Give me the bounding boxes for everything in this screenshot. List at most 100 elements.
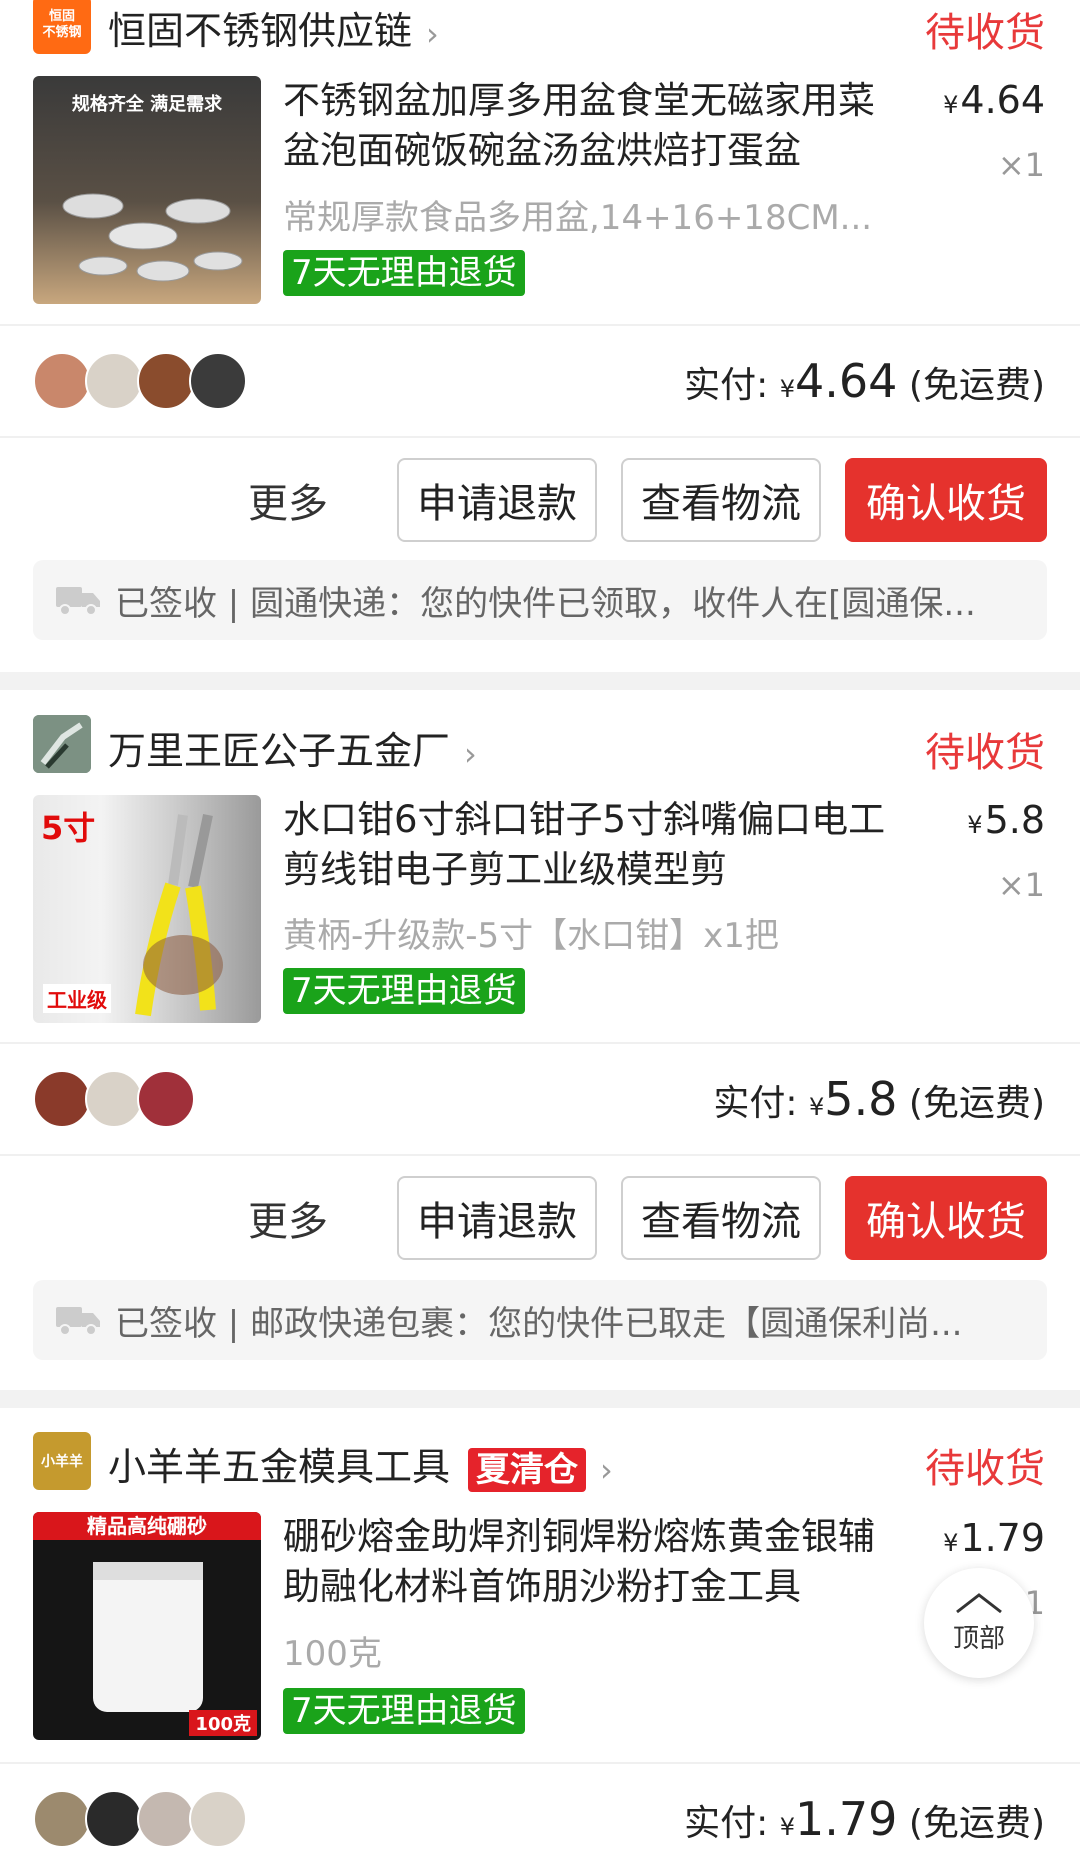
currency-symbol: ¥ [967, 811, 983, 839]
paid-total: 实付: ¥5.8 (免运费) [713, 1072, 1045, 1126]
currency-symbol: ¥ [809, 1093, 825, 1121]
avatar [137, 1070, 195, 1128]
avatar [189, 1790, 247, 1848]
promo-badge: 夏清仓 [468, 1447, 587, 1492]
order-card: 小羊羊 小羊羊五金模具工具 夏清仓 › 待收货 精品高纯硼砂 100克 硼砂熔金助焊… [0, 1408, 1080, 1875]
buyer-avatars [33, 1070, 195, 1128]
back-to-top-button[interactable]: 顶部 [924, 1568, 1034, 1678]
powder-bag-image [93, 1562, 203, 1712]
paid-label: 实付: [713, 1083, 798, 1124]
product-price: ¥1.79 [943, 1516, 1045, 1560]
order-status: 待收货 [925, 1446, 1045, 1492]
shop-name-text: 恒固不锈钢供应链 [108, 9, 413, 53]
avatar [189, 352, 247, 410]
shop-name-text: 万里王匠公子五金厂 [108, 729, 451, 773]
chevron-right-icon: › [464, 734, 477, 773]
product-thumbnail[interactable]: 5寸 工业级 [33, 795, 261, 1023]
thumbnail-caption: 5寸 [41, 809, 96, 847]
order-card: 万里王匠公子五金厂 › 待收货 5寸 工业级 水口钳6寸斜口钳子5寸斜嘴偏口电工剪… [0, 690, 1080, 1390]
avatar [137, 1790, 195, 1848]
product-price: ¥4.64 [943, 78, 1045, 122]
logistics-bar[interactable]: 已签收 | 圆通快递：您的快件已领取，收件人在[圆通保... [33, 560, 1047, 640]
buyer-avatars [33, 352, 247, 410]
price-value: 1.79 [960, 1516, 1045, 1560]
return-policy-tag: 7天无理由退货 [283, 250, 525, 296]
shop-logo[interactable]: 恒固 不锈钢 [33, 0, 91, 54]
shop-name[interactable]: 恒固不锈钢供应链 › [108, 0, 439, 55]
view-logistics-button[interactable]: 查看物流 [621, 1176, 821, 1260]
avatar [85, 1790, 143, 1848]
shop-name-text: 小羊羊五金模具工具 [108, 1445, 451, 1489]
request-refund-button[interactable]: 申请退款 [397, 458, 597, 542]
order-status: 待收货 [925, 730, 1045, 776]
chevron-up-icon [956, 1592, 1002, 1613]
avatar [33, 352, 91, 410]
chevron-right-icon: › [426, 14, 439, 53]
order-card: 恒固 不锈钢 恒固不锈钢供应链 › 待收货 规格齐全 满足需求 不锈钢盆加厚多用盆… [0, 0, 1080, 672]
product-price: ¥5.8 [967, 798, 1045, 842]
order-status: 待收货 [925, 10, 1045, 56]
product-quantity: ×1 [997, 146, 1045, 184]
shipping-note: (免运费) [908, 1083, 1045, 1124]
product-title[interactable]: 硼砂熔金助焊剂铜焊粉熔炼黄金银辅助融化材料首饰朋沙粉打金工具 [283, 1512, 903, 1612]
thumbnail-caption: 精品高纯硼砂 [33, 1512, 261, 1540]
paid-total: 实付: ¥4.64 (免运费) [684, 354, 1045, 408]
divider [0, 1154, 1080, 1156]
paid-total: 实付: ¥1.79 (免运费) [684, 1792, 1045, 1846]
currency-symbol: ¥ [779, 375, 796, 403]
confirm-receipt-button[interactable]: 确认收货 [845, 458, 1047, 542]
return-policy-tag: 7天无理由退货 [283, 968, 525, 1014]
paid-label: 实付: [684, 1803, 769, 1844]
back-to-top-label: 顶部 [952, 1623, 1005, 1654]
currency-symbol: ¥ [943, 1529, 959, 1557]
shipping-note: (免运费) [908, 365, 1045, 406]
currency-symbol: ¥ [779, 1813, 796, 1841]
paid-label: 实付: [684, 365, 769, 406]
product-spec: 100克 [283, 1634, 382, 1674]
avatar [33, 1070, 91, 1128]
thumbnail-caption: 规格齐全 满足需求 [71, 94, 223, 115]
truck-icon [56, 1307, 100, 1336]
shop-logo-text: 小羊羊 [41, 1454, 83, 1470]
product-title[interactable]: 水口钳6寸斜口钳子5寸斜嘴偏口电工剪线钳电子剪工业级模型剪 [283, 795, 903, 895]
product-thumbnail[interactable]: 精品高纯硼砂 100克 [33, 1512, 261, 1740]
confirm-receipt-button[interactable]: 确认收货 [845, 1176, 1047, 1260]
return-policy-tag: 7天无理由退货 [283, 1688, 525, 1734]
logistics-text: 已签收 | 圆通快递：您的快件已领取，收件人在[圆通保... [115, 583, 976, 624]
product-spec: 常规厚款食品多用盆,14+16+18CM... [283, 198, 873, 238]
divider [0, 324, 1080, 326]
shop-name[interactable]: 小羊羊五金模具工具 夏清仓 › [108, 1436, 613, 1492]
paid-amount: 4.64 [795, 354, 898, 408]
avatar [85, 352, 143, 410]
logistics-bar[interactable]: 已签收 | 邮政快递包裹：您的快件已取走【圆通保利尚... [33, 1280, 1047, 1360]
price-value: 4.64 [960, 78, 1045, 122]
shop-name[interactable]: 万里王匠公子五金厂 › [108, 720, 477, 775]
request-refund-button[interactable]: 申请退款 [397, 1176, 597, 1260]
buyer-avatars [33, 1790, 247, 1848]
more-button[interactable]: 更多 [228, 1176, 348, 1260]
pliers-logo-image [33, 715, 91, 773]
divider [0, 1042, 1080, 1044]
shop-logo-text: 恒固 不锈钢 [42, 9, 82, 40]
product-title[interactable]: 不锈钢盆加厚多用盆食堂无磁家用菜盆泡面碗饭碗盆汤盆烘焙打蛋盆 [283, 76, 903, 176]
shop-logo[interactable] [33, 715, 91, 773]
divider [0, 436, 1080, 438]
chevron-right-icon: › [600, 1450, 613, 1489]
logistics-text: 已签收 | 邮政快递包裹：您的快件已取走【圆通保利尚... [115, 1303, 963, 1344]
more-button[interactable]: 更多 [228, 458, 348, 542]
thumbnail-footer: 工业级 [43, 984, 111, 1013]
paid-amount: 1.79 [795, 1792, 898, 1846]
truck-icon [56, 587, 100, 616]
paid-amount: 5.8 [824, 1072, 898, 1126]
thumbnail-footer: 100克 [189, 1710, 257, 1736]
avatar [85, 1070, 143, 1128]
currency-symbol: ¥ [943, 91, 959, 119]
product-quantity: ×1 [997, 866, 1045, 904]
avatar [137, 352, 195, 410]
shipping-note: (免运费) [908, 1803, 1045, 1844]
avatar [33, 1790, 91, 1848]
price-value: 5.8 [984, 798, 1045, 842]
shop-logo[interactable]: 小羊羊 [33, 1432, 91, 1490]
view-logistics-button[interactable]: 查看物流 [621, 458, 821, 542]
product-thumbnail[interactable]: 规格齐全 满足需求 [33, 76, 261, 304]
